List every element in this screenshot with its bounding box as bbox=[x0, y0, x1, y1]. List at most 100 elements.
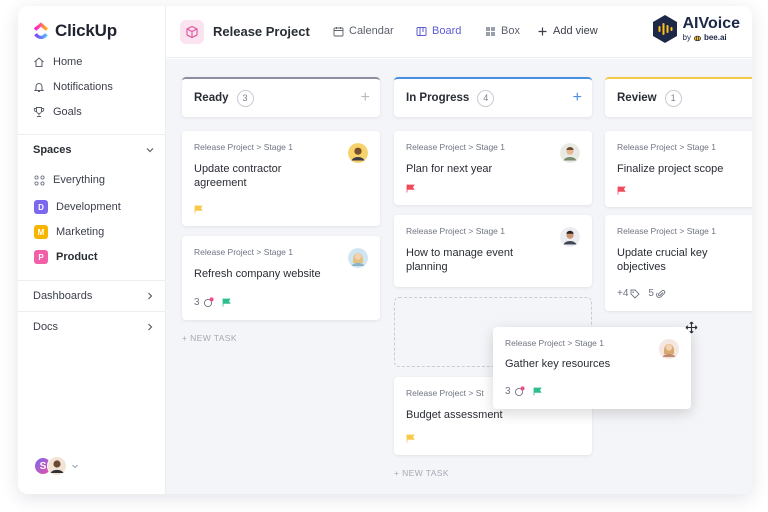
sidebar-item-development[interactable]: D Development bbox=[34, 200, 121, 214]
brand-logo-icon bbox=[652, 15, 677, 43]
avatar bbox=[348, 143, 368, 163]
column-name: Ready bbox=[194, 92, 229, 104]
sidebar-item-everything[interactable]: Everything bbox=[34, 174, 105, 186]
card-title: How to manage event planning bbox=[406, 247, 514, 273]
column-header-in-progress: In Progress 4 + bbox=[394, 77, 592, 117]
card-title: Update crucial key objectives bbox=[617, 247, 708, 273]
sidebar-item-notifications[interactable]: Notifications bbox=[33, 81, 113, 93]
chevron-down-icon bbox=[146, 148, 154, 153]
dragged-task-card[interactable]: Release Project > Stage 1 Gather key res… bbox=[493, 327, 691, 409]
sidebar-item-label: Marketing bbox=[56, 226, 105, 238]
column-name: Review bbox=[617, 92, 657, 104]
user-menu[interactable]: S bbox=[33, 456, 79, 476]
subtask-count-value: 3 bbox=[194, 297, 200, 308]
add-task-icon[interactable]: + bbox=[573, 90, 582, 106]
sidebar-item-marketing[interactable]: M Marketing bbox=[34, 225, 104, 239]
avatar bbox=[560, 227, 580, 247]
move-cursor-icon bbox=[685, 321, 698, 334]
divider bbox=[18, 134, 166, 135]
grid-dots-icon bbox=[34, 174, 45, 186]
sidebar-item-dashboards[interactable]: Dashboards bbox=[33, 290, 155, 302]
clickup-logo-icon bbox=[33, 22, 49, 40]
card-breadcrumb: Release Project > Stage 1 bbox=[617, 142, 716, 152]
add-view-button[interactable]: Add view bbox=[537, 25, 598, 37]
new-task-button[interactable]: + NEW TASK bbox=[394, 468, 449, 478]
tab-box[interactable]: Box bbox=[485, 25, 520, 37]
calendar-icon bbox=[333, 26, 344, 36]
space-badge: D bbox=[34, 200, 48, 214]
column-header-ready: Ready 3 + bbox=[182, 77, 380, 117]
attachment-count-value: 5 bbox=[648, 288, 654, 299]
attachment-count[interactable]: 5 bbox=[648, 288, 666, 299]
priority-flag-icon[interactable] bbox=[533, 387, 542, 396]
sidebar-item-home[interactable]: Home bbox=[33, 56, 82, 68]
column-name: In Progress bbox=[406, 92, 470, 104]
sidebar-item-docs[interactable]: Docs bbox=[33, 321, 155, 333]
trophy-icon bbox=[33, 107, 45, 117]
card-breadcrumb: Release Project > Stage 1 bbox=[406, 142, 505, 152]
avatar bbox=[659, 339, 679, 359]
priority-flag-icon[interactable] bbox=[406, 184, 415, 193]
task-card[interactable]: Release Project > Stage 1 Update contrac… bbox=[182, 131, 380, 226]
card-meta bbox=[406, 184, 415, 193]
subtask-icon bbox=[203, 297, 214, 308]
sidebar-item-label: Development bbox=[56, 201, 121, 213]
bell-icon bbox=[33, 83, 45, 92]
card-breadcrumb: Release Project > Stage 1 bbox=[617, 226, 716, 236]
brand-byline: by bee.ai bbox=[683, 33, 741, 42]
brand-name: AIVoice bbox=[682, 15, 741, 32]
sidebar-item-label: Docs bbox=[33, 321, 59, 333]
space-badge: P bbox=[34, 250, 48, 264]
divider bbox=[18, 280, 166, 281]
priority-flag-icon[interactable] bbox=[617, 186, 626, 195]
tag-count[interactable]: +4 bbox=[617, 288, 641, 299]
new-task-button[interactable]: + NEW TASK bbox=[182, 333, 237, 343]
task-card[interactable]: Release Project > Stage 1 Plan for next … bbox=[394, 131, 592, 205]
tag-count-value: +4 bbox=[617, 288, 629, 299]
tag-icon bbox=[630, 289, 641, 299]
clickup-logo[interactable]: ClickUp bbox=[32, 21, 117, 41]
card-breadcrumb: Release Project > Stage 1 bbox=[194, 247, 293, 257]
app-name: ClickUp bbox=[55, 21, 117, 40]
chevron-right-icon bbox=[148, 292, 153, 300]
cube-icon bbox=[186, 25, 198, 39]
card-title: Gather key resources bbox=[505, 358, 611, 370]
tab-board[interactable]: Board bbox=[416, 25, 461, 37]
add-task-icon[interactable]: + bbox=[361, 90, 370, 106]
priority-flag-icon[interactable] bbox=[194, 205, 203, 214]
spaces-label: Spaces bbox=[33, 144, 72, 156]
sidebar-item-goals[interactable]: Goals bbox=[33, 106, 82, 118]
task-card[interactable]: Release Project > Stage 1 Refresh compan… bbox=[182, 236, 380, 320]
subtask-count[interactable]: 3 bbox=[194, 297, 214, 308]
card-breadcrumb: Release Project > Stage 1 bbox=[505, 338, 604, 348]
sidebar-item-label: Product bbox=[56, 251, 98, 263]
subtask-count-value: 3 bbox=[505, 386, 511, 397]
sidebar-item-label: Home bbox=[53, 56, 83, 68]
task-card[interactable]: Release Project > Stage 1 Update crucial… bbox=[605, 215, 752, 311]
tab-label: Board bbox=[432, 25, 462, 37]
card-meta bbox=[617, 186, 626, 195]
avatar bbox=[47, 456, 67, 476]
task-card[interactable]: Release Project > Stage 1 Finalize proje… bbox=[605, 131, 752, 207]
space-badge: M bbox=[34, 225, 48, 239]
board-icon bbox=[416, 26, 427, 36]
card-breadcrumb: Release Project > Stage 1 bbox=[194, 142, 293, 152]
board: Ready 3 + In Progress 4 + Review 1 Relea… bbox=[166, 59, 752, 494]
card-meta bbox=[406, 434, 415, 443]
subtask-count[interactable]: 3 bbox=[505, 386, 525, 397]
card-meta: 3 bbox=[194, 297, 231, 308]
plus-icon bbox=[538, 27, 547, 35]
priority-flag-icon[interactable] bbox=[406, 434, 415, 443]
divider bbox=[18, 311, 166, 312]
spaces-header[interactable]: Spaces bbox=[33, 144, 155, 156]
priority-flag-icon[interactable] bbox=[222, 298, 231, 307]
task-card[interactable]: Release Project > Stage 1 How to manage … bbox=[394, 215, 592, 287]
sidebar-item-product[interactable]: P Product bbox=[34, 250, 98, 264]
tab-calendar[interactable]: Calendar bbox=[333, 25, 394, 37]
brand-by: by bbox=[682, 33, 691, 42]
subtask-icon bbox=[514, 386, 525, 397]
column-header-review: Review 1 bbox=[605, 77, 752, 117]
tab-label: Calendar bbox=[349, 25, 394, 37]
home-icon bbox=[34, 57, 44, 67]
chevron-right-icon bbox=[148, 323, 153, 331]
